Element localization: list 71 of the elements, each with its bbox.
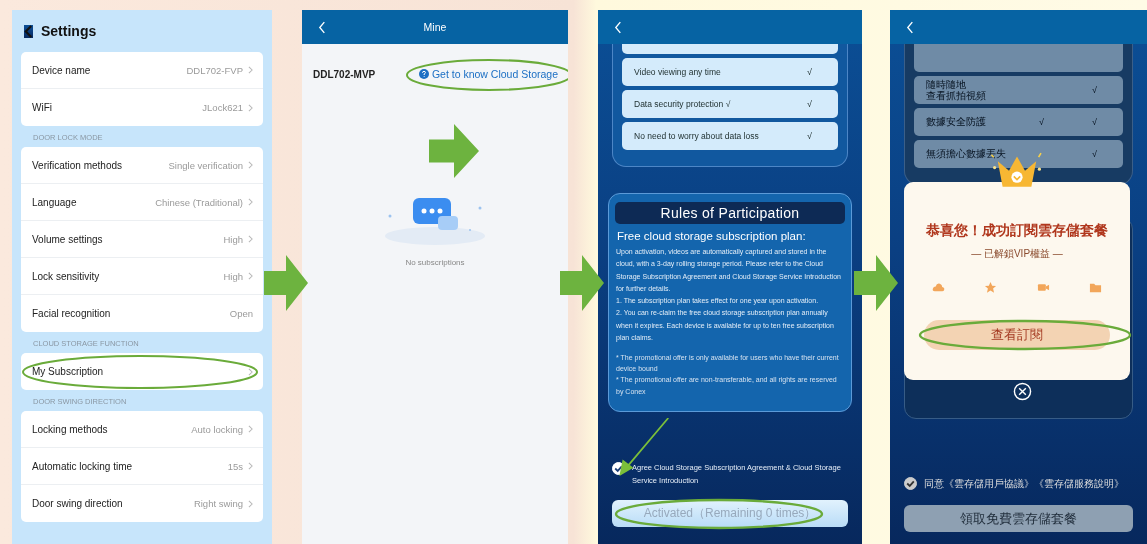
popup-subtitle: — 已解鎖VIP權益 — xyxy=(971,247,1063,261)
right-arrow-icon xyxy=(854,255,898,311)
row-value: Right swing xyxy=(193,498,243,509)
settings-row[interactable]: Volume settings High xyxy=(21,221,263,258)
row-label: Door swing direction xyxy=(32,498,124,509)
screen-title: Mine xyxy=(422,21,448,33)
row-value: High xyxy=(223,270,243,282)
agree-checkbox[interactable] xyxy=(904,477,917,490)
settings-row[interactable]: Automatic locking time 15s xyxy=(21,448,263,485)
back-icon[interactable] xyxy=(24,24,33,38)
settings-row[interactable]: My Subscription xyxy=(21,353,263,390)
row-value: 15s xyxy=(227,460,243,472)
row-value: Open xyxy=(229,308,253,319)
close-icon[interactable] xyxy=(1013,382,1032,401)
popup-title: 恭喜您！成功訂閱雲存儲套餐 xyxy=(926,222,1108,240)
back-icon[interactable] xyxy=(614,20,623,34)
row-label: My Subscription xyxy=(32,366,105,377)
check-mark: √ xyxy=(1092,149,1097,159)
row-label: WiFi xyxy=(32,102,53,113)
row-label: Verification methods xyxy=(32,159,124,171)
feature-label: Video viewing any time xyxy=(634,67,721,77)
star-icon xyxy=(984,281,998,294)
row-value: Auto locking xyxy=(191,423,243,435)
check-mark: √ xyxy=(807,67,812,77)
settings-row[interactable]: Lock sensitivity High xyxy=(21,258,263,295)
row-value: JLock621 xyxy=(202,102,243,113)
plan-title: Free cloud storage subscription plan: xyxy=(617,230,807,242)
rules-title: Rules of Participation xyxy=(615,202,845,224)
help-icon xyxy=(418,69,429,79)
feature-label: No need to worry about data loss xyxy=(634,131,759,141)
folder-icon xyxy=(1089,281,1103,294)
empty-message: No subscriptions xyxy=(405,258,465,267)
feature-label: 查看抓拍視頻 xyxy=(926,90,986,102)
check-mark: √ xyxy=(1092,85,1097,95)
claim-button[interactable]: 領取免費雲存儲套餐 xyxy=(904,505,1133,532)
settings-row[interactable]: Door swing direction Right swing xyxy=(21,485,263,522)
right-arrow-icon xyxy=(560,255,604,311)
device-name: DDL702-MVP xyxy=(313,68,376,80)
cloud-icon xyxy=(931,281,945,294)
settings-row[interactable]: Language Chinese (Traditional) xyxy=(21,184,263,221)
settings-row[interactable]: Facial recognition Open xyxy=(21,295,263,332)
back-icon[interactable] xyxy=(906,20,915,34)
agreement-text: 同意《雲存儲用戶協議》《雲存儲服務說明》 xyxy=(924,477,1124,491)
feature-label: 無須擔心數據丟失 xyxy=(926,148,1006,160)
settings-row[interactable]: Device name DDL702-FVP xyxy=(21,52,263,89)
check-mark: √ xyxy=(1039,117,1045,127)
back-icon[interactable] xyxy=(318,20,327,34)
settings-row[interactable]: Locking methods Auto locking xyxy=(21,411,263,448)
row-value: High xyxy=(223,233,243,245)
row-value: Single verification xyxy=(168,159,243,171)
row-label: Lock sensitivity xyxy=(32,270,101,282)
check-mark: √ xyxy=(1092,117,1097,127)
screen-title: Settings xyxy=(41,23,97,39)
settings-row[interactable]: WiFi JLock621 xyxy=(21,89,263,126)
right-arrow-icon xyxy=(429,124,479,178)
row-label: Language xyxy=(32,196,78,208)
video-camera-icon xyxy=(1036,281,1050,294)
row-label: Volume settings xyxy=(32,233,104,245)
feature-label: 隨時隨地 xyxy=(926,78,966,90)
row-label: Facial recognition xyxy=(32,308,112,319)
feature-label: Data security protection √ xyxy=(634,99,731,109)
row-label: Locking methods xyxy=(32,423,109,435)
check-mark: √ xyxy=(807,131,812,141)
feature-label: 數據安全防護 xyxy=(926,116,986,128)
row-value: DDL702-FVP xyxy=(186,64,243,76)
right-arrow-icon xyxy=(264,255,308,311)
row-label: Automatic locking time xyxy=(32,460,134,472)
row-label: Device name xyxy=(32,64,92,76)
row-value: Chinese (Traditional) xyxy=(155,196,243,208)
check-mark: √ xyxy=(807,99,812,109)
settings-row[interactable]: Verification methods Single verification xyxy=(21,147,263,184)
